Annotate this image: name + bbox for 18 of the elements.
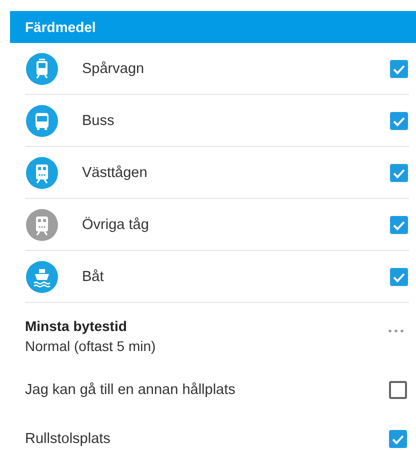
checkbox[interactable]	[389, 430, 407, 448]
checkbox[interactable]	[389, 380, 407, 398]
checkbox[interactable]	[390, 60, 408, 78]
checkbox[interactable]	[390, 216, 408, 234]
checkbox[interactable]	[390, 164, 408, 182]
section-header: Färdmedel	[10, 11, 416, 43]
checkbox[interactable]	[390, 112, 408, 130]
mode-label: Båt	[82, 268, 105, 284]
mode-label: Buss	[82, 112, 116, 128]
mode-label: Övriga tåg	[82, 216, 150, 232]
option-label: Rullstolsplats	[25, 430, 112, 446]
mode-label: Västtågen	[82, 164, 148, 180]
mode-label: Spårvagn	[82, 60, 146, 76]
option-label: Jag kan gå till en annan hållplats	[25, 382, 236, 398]
setting-title: Minsta bytestid	[25, 318, 128, 334]
more-icon[interactable]	[388, 329, 404, 333]
setting-value: Normal (oftast 5 min)	[25, 338, 157, 354]
checkbox[interactable]	[390, 268, 408, 286]
